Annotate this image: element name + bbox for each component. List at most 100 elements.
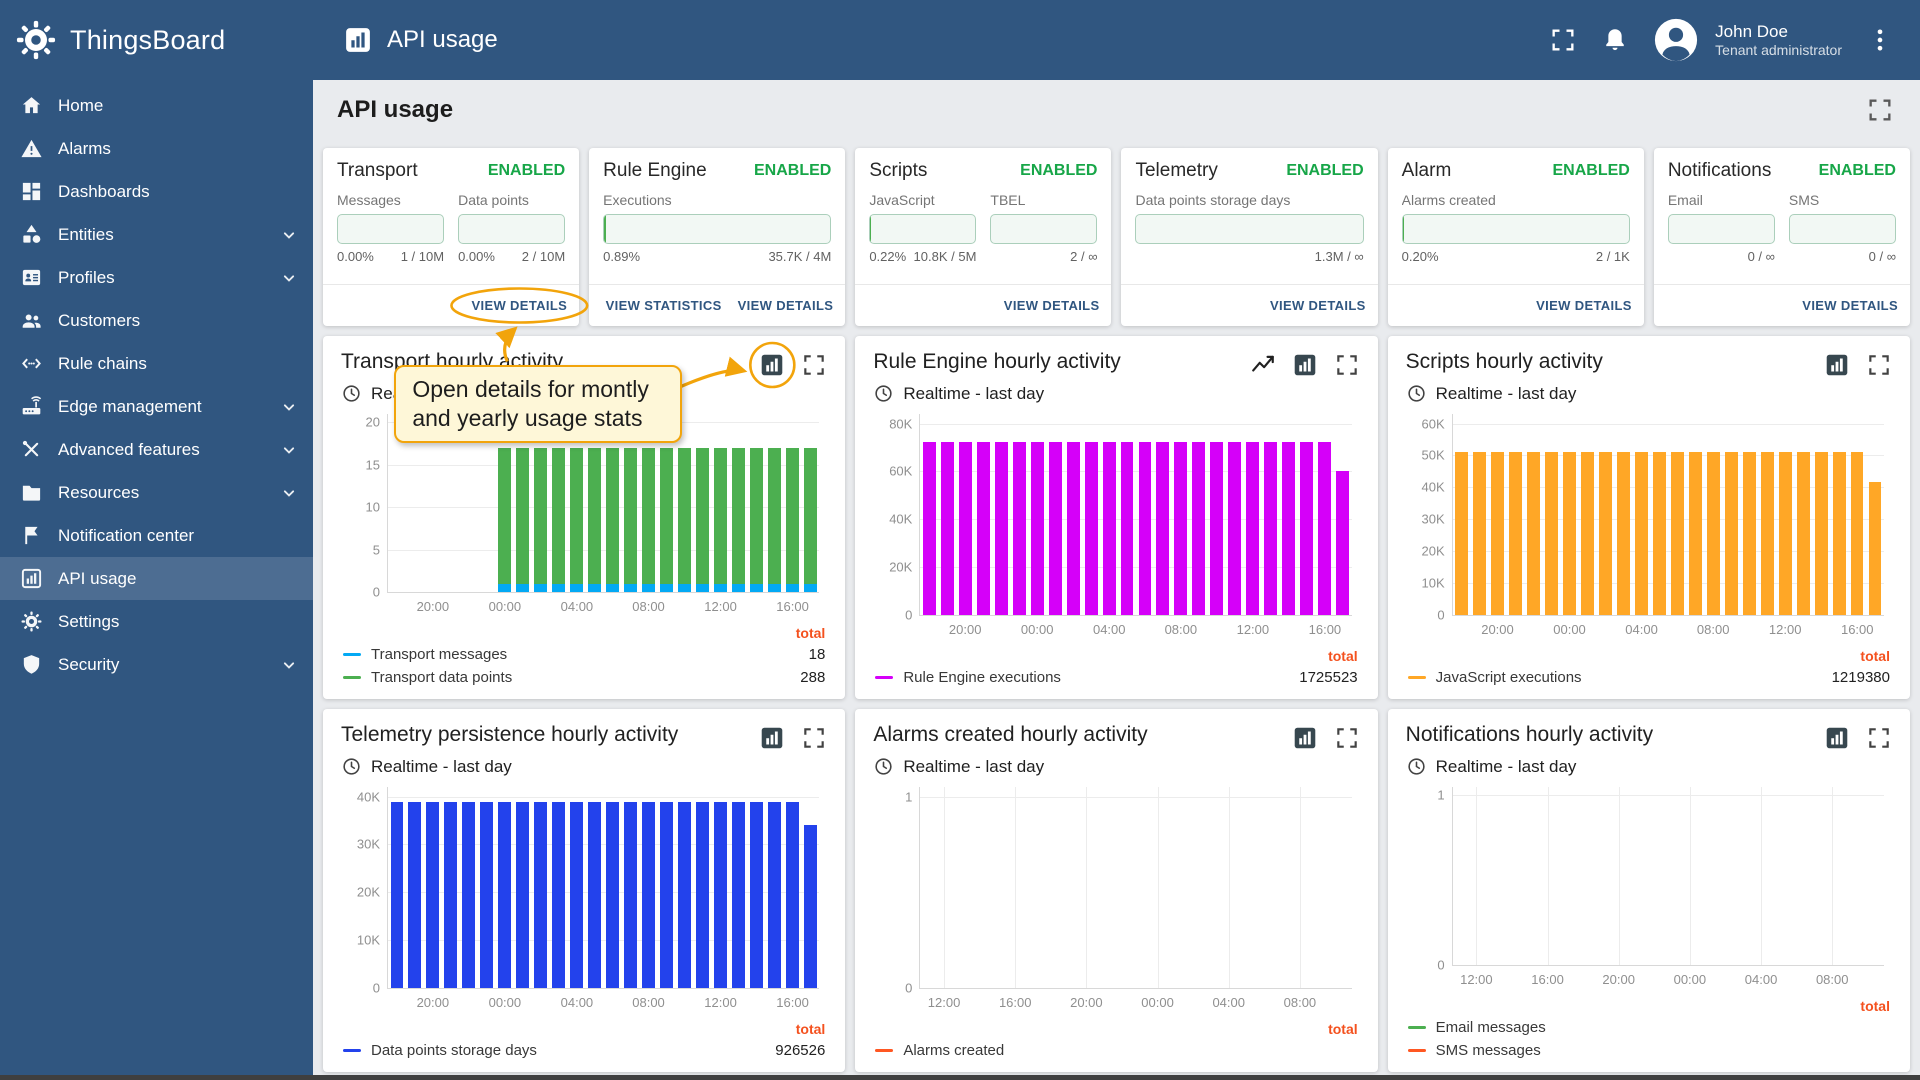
chart-card-telemetry-persistence-hourly-activity: Telemetry persistence hourly activityRea… xyxy=(323,709,845,1072)
legend-item-transport-data-points[interactable]: Transport data points xyxy=(343,666,512,689)
bar xyxy=(1013,442,1026,615)
legend-item-javascript-executions[interactable]: JavaScript executions xyxy=(1408,666,1582,689)
bar xyxy=(1653,452,1666,615)
sidebar-item-entities[interactable]: Entities xyxy=(0,213,313,256)
usage-gauge-sms: SMS0 / ∞ xyxy=(1789,192,1896,264)
sidebar-item-advanced-features[interactable]: Advanced features xyxy=(0,428,313,471)
bar-chart-button[interactable] xyxy=(759,725,785,751)
view-details-link[interactable]: VIEW DETAILS xyxy=(1270,298,1366,313)
page-fullscreen-button[interactable] xyxy=(1866,96,1894,124)
sidebar-item-edge-management[interactable]: Edge management xyxy=(0,385,313,428)
fullscreen-button[interactable] xyxy=(1334,352,1360,378)
avatar[interactable] xyxy=(1653,17,1699,63)
line-chart-button[interactable] xyxy=(1250,352,1276,378)
legend-item-email-messages[interactable]: Email messages xyxy=(1408,1016,1546,1039)
sidebar-item-profiles[interactable]: Profiles xyxy=(0,256,313,299)
bar xyxy=(923,442,936,615)
bar xyxy=(1851,452,1864,615)
sidebar-item-home[interactable]: Home xyxy=(0,84,313,127)
legend-item-sms-messages[interactable]: SMS messages xyxy=(1408,1039,1546,1062)
bar xyxy=(624,802,637,988)
gridline xyxy=(1158,787,1159,988)
topbar: API usage John Doe Tenant administrator xyxy=(313,0,1920,80)
legend-item-rule-engine-executions[interactable]: Rule Engine executions xyxy=(875,666,1061,689)
gauge-value: 2 / 1K xyxy=(1596,249,1630,264)
y-tick-label: 0 xyxy=(1437,608,1444,623)
bar xyxy=(1797,452,1810,615)
thingsboard-logo-icon xyxy=(14,18,58,62)
legend-swatch xyxy=(875,676,893,679)
sidebar-item-dashboards[interactable]: Dashboards xyxy=(0,170,313,213)
sidebar-item-alarms[interactable]: Alarms xyxy=(0,127,313,170)
usage-cards-row: TransportENABLEDMessages0.00%1 / 10MData… xyxy=(323,148,1910,326)
view-details-link[interactable]: VIEW DETAILS xyxy=(471,298,567,313)
view-statistics-link[interactable]: VIEW STATISTICS xyxy=(606,298,722,313)
sidebar-item-notification-center[interactable]: Notification center xyxy=(0,514,313,557)
usage-card-title: Transport xyxy=(337,160,418,182)
legend-item-transport-messages[interactable]: Transport messages xyxy=(343,643,512,666)
view-details-link[interactable]: VIEW DETAILS xyxy=(1536,298,1632,313)
bar-chart-button[interactable] xyxy=(1824,725,1850,751)
fullscreen-button[interactable] xyxy=(1334,725,1360,751)
legend-swatch xyxy=(1408,1049,1426,1052)
chart-subtitle: Realtime - last day xyxy=(903,384,1044,404)
fullscreen-button[interactable] xyxy=(1549,26,1577,54)
fullscreen-button[interactable] xyxy=(801,725,827,751)
bar xyxy=(1869,482,1882,615)
dashboards-icon xyxy=(20,180,43,203)
user-menu[interactable]: John Doe Tenant administrator xyxy=(1715,21,1842,60)
x-tick-label: 00:00 xyxy=(1141,995,1174,1010)
bar xyxy=(642,448,655,584)
gauge-bar xyxy=(990,214,1097,244)
bar xyxy=(1491,452,1504,615)
gauge-bar xyxy=(1135,214,1363,244)
legend-item-alarms-created[interactable]: Alarms created xyxy=(875,1039,1004,1062)
y-tick-label: 0 xyxy=(905,981,912,996)
bar-chart-button[interactable] xyxy=(1292,352,1318,378)
bar xyxy=(1192,442,1205,615)
bar xyxy=(534,802,547,988)
horizontal-scrollbar[interactable] xyxy=(0,1075,1920,1080)
gauge-label: Messages xyxy=(337,192,444,208)
fullscreen-button[interactable] xyxy=(1866,352,1892,378)
view-details-link[interactable]: VIEW DETAILS xyxy=(738,298,834,313)
sidebar-item-settings[interactable]: Settings xyxy=(0,600,313,643)
legend-swatch xyxy=(875,1049,893,1052)
y-tick-label: 30K xyxy=(357,837,380,852)
thingsboard-logo[interactable]: ThingsBoard xyxy=(0,0,313,80)
status-badge: ENABLED xyxy=(1552,162,1629,180)
gauge-percent: 0.20% xyxy=(1402,249,1439,264)
bar-chart-button[interactable] xyxy=(1292,725,1318,751)
notifications-bell-button[interactable] xyxy=(1601,26,1629,54)
view-details-link[interactable]: VIEW DETAILS xyxy=(1802,298,1898,313)
sidebar-item-customers[interactable]: Customers xyxy=(0,299,313,342)
fullscreen-button[interactable] xyxy=(801,352,827,378)
bar xyxy=(642,802,655,988)
kebab-menu-button[interactable] xyxy=(1866,26,1894,54)
sidebar-item-api-usage[interactable]: API usage xyxy=(0,557,313,600)
chart-title: Transport hourly activity xyxy=(341,350,563,374)
bar xyxy=(768,802,781,988)
x-tick-label: 20:00 xyxy=(417,599,450,614)
chevron-down-icon xyxy=(279,440,299,460)
bar xyxy=(1139,442,1152,615)
view-details-link[interactable]: VIEW DETAILS xyxy=(1004,298,1100,313)
bar-chart-button[interactable] xyxy=(759,352,785,378)
gridline xyxy=(1548,787,1549,965)
notification-center-icon xyxy=(20,524,43,547)
sidebar-item-label: Notification center xyxy=(58,526,299,546)
usage-card-alarm: AlarmENABLEDAlarms created0.20%2 / 1KVIE… xyxy=(1388,148,1644,326)
bar xyxy=(534,584,547,592)
y-tick-label: 40K xyxy=(357,789,380,804)
legend-item-data-points-storage-days[interactable]: Data points storage days xyxy=(343,1039,537,1062)
chart-subtitle: Realtime - last day xyxy=(371,384,512,404)
sidebar-item-rule-chains[interactable]: Rule chains xyxy=(0,342,313,385)
sidebar-item-resources[interactable]: Resources xyxy=(0,471,313,514)
fullscreen-button[interactable] xyxy=(1866,725,1892,751)
x-tick-label: 16:00 xyxy=(1531,972,1564,987)
gauge-value: 2 / 10M xyxy=(522,249,565,264)
bar-chart-button[interactable] xyxy=(1824,352,1850,378)
x-tick-label: 08:00 xyxy=(1165,622,1198,637)
bar xyxy=(660,584,673,592)
sidebar-item-security[interactable]: Security xyxy=(0,643,313,686)
